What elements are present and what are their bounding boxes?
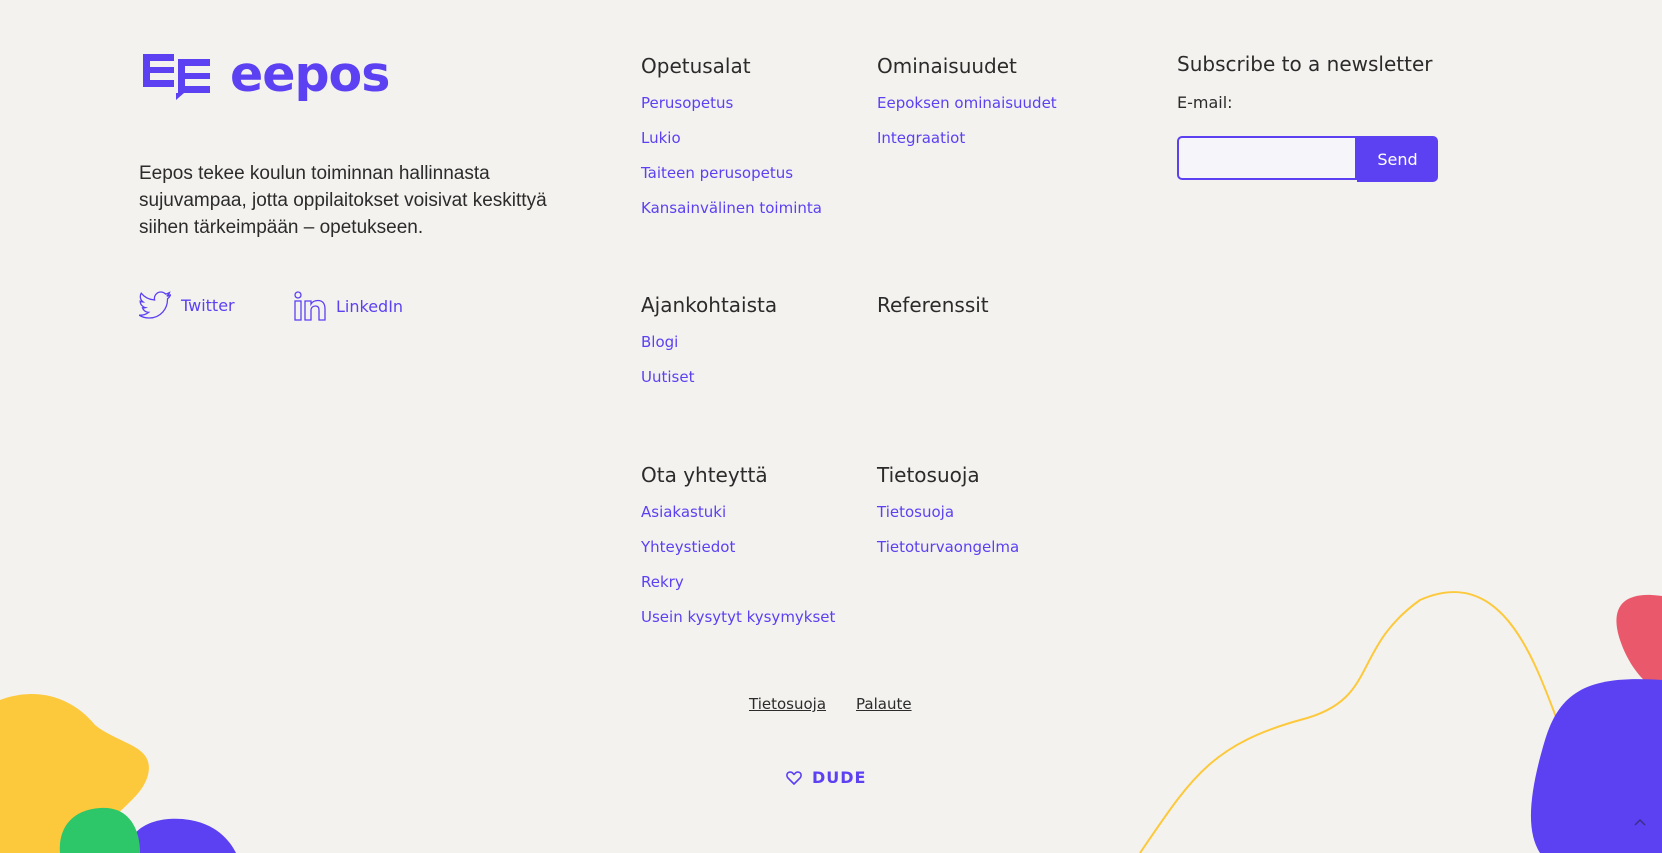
- footer-group-ota-yhteytta: Ota yhteyttä Asiakastuki Yhteystiedot Re…: [641, 462, 835, 642]
- footer-link-yhteystiedot[interactable]: Yhteystiedot: [641, 538, 735, 556]
- bottom-link-tietosuoja[interactable]: Tietosuoja: [749, 695, 826, 713]
- brand-description: Eepos tekee koulun toiminnan hallinnasta…: [139, 163, 547, 238]
- footer-link-lukio[interactable]: Lukio: [641, 129, 681, 147]
- scroll-to-top-button[interactable]: [1628, 812, 1652, 832]
- group-title: Opetusalat: [641, 54, 751, 78]
- decorative-blob-yellow: [0, 694, 149, 853]
- twitter-link[interactable]: Twitter: [139, 291, 235, 319]
- dude-label: DUDE: [812, 768, 867, 787]
- group-links: Perusopetus Lukio Taiteen perusopetus Ka…: [641, 93, 822, 233]
- footer-link-taiteen-perusopetus[interactable]: Taiteen perusopetus: [641, 164, 793, 182]
- eepos-logo-icon: [143, 54, 210, 100]
- decorative-wave-line: [1139, 591, 1566, 853]
- footer-link-blogi[interactable]: Blogi: [641, 333, 678, 351]
- linkedin-link[interactable]: LinkedIn: [294, 291, 403, 321]
- newsletter-section: Subscribe to a newsletter E-mail: Send: [1177, 51, 1438, 182]
- footer-group-tietosuoja: Tietosuoja Tietosuoja Tietoturvaongelma: [877, 462, 1019, 572]
- group-links: Eepoksen ominaisuudet Integraatiot: [877, 93, 1057, 163]
- email-input[interactable]: [1177, 136, 1357, 180]
- bottom-link-palaute[interactable]: Palaute: [856, 695, 912, 713]
- footer-link-usein-kysytyt-kysymykset[interactable]: Usein kysytyt kysymykset: [641, 608, 835, 626]
- linkedin-icon: [294, 291, 326, 321]
- footer-link-rekry[interactable]: Rekry: [641, 573, 684, 591]
- logo-text: eepos: [230, 45, 390, 103]
- heart-icon: [786, 770, 802, 785]
- footer-group-referenssit: Referenssit: [877, 292, 989, 332]
- twitter-label: Twitter: [181, 295, 235, 315]
- email-label: E-mail:: [1177, 93, 1233, 112]
- group-title: Referenssit: [877, 293, 989, 317]
- newsletter-form: Send: [1177, 136, 1438, 182]
- decorative-blob-pink: [1616, 594, 1662, 690]
- group-links: Tietosuoja Tietoturvaongelma: [877, 502, 1019, 572]
- footer-link-kansainvalinen-toiminta[interactable]: Kansainvälinen toiminta: [641, 199, 822, 217]
- footer-link-uutiset[interactable]: Uutiset: [641, 368, 694, 386]
- footer-link-tietoturvaongelma[interactable]: Tietoturvaongelma: [877, 538, 1019, 556]
- footer-group-ajankohtaista: Ajankohtaista Blogi Uutiset: [641, 292, 777, 402]
- group-links: Blogi Uutiset: [641, 332, 777, 402]
- footer-link-tietosuoja[interactable]: Tietosuoja: [877, 503, 954, 521]
- eepos-logo[interactable]: eepos: [140, 45, 390, 103]
- chevron-up-icon: [1634, 818, 1646, 826]
- group-title: Tietosuoja: [877, 463, 980, 487]
- send-button[interactable]: Send: [1357, 136, 1438, 182]
- footer-group-ominaisuudet: Ominaisuudet Eepoksen ominaisuudet Integ…: [877, 53, 1057, 163]
- footer-link-integraatiot[interactable]: Integraatiot: [877, 129, 965, 147]
- newsletter-title: Subscribe to a newsletter: [1177, 52, 1433, 76]
- group-links: Asiakastuki Yhteystiedot Rekry Usein kys…: [641, 502, 835, 642]
- dude-credit-link[interactable]: DUDE: [786, 768, 866, 787]
- group-title: Ajankohtaista: [641, 293, 778, 317]
- twitter-icon: [139, 291, 171, 319]
- group-title: Ominaisuudet: [877, 54, 1017, 78]
- footer-link-asiakastuki[interactable]: Asiakastuki: [641, 503, 726, 521]
- bottom-links: Tietosuoja Palaute: [749, 695, 912, 713]
- footer-link-eepoksen-ominaisuudet[interactable]: Eepoksen ominaisuudet: [877, 94, 1057, 112]
- decorative-blob-green: [59, 807, 140, 853]
- footer-link-perusopetus[interactable]: Perusopetus: [641, 94, 733, 112]
- footer-group-opetusalat: Opetusalat Perusopetus Lukio Taiteen per…: [641, 53, 822, 233]
- linkedin-label: LinkedIn: [336, 296, 404, 316]
- decorative-blob-purple-left: [128, 818, 236, 853]
- group-title: Ota yhteyttä: [641, 463, 768, 487]
